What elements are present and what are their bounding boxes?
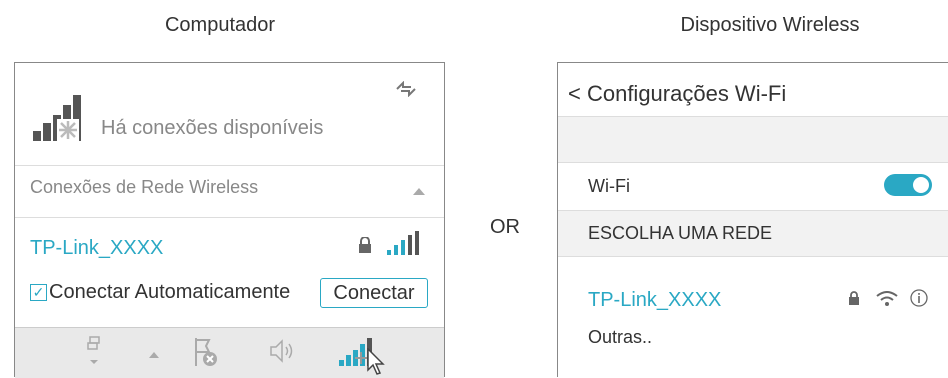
auto-connect-checkbox[interactable]: ✓: [30, 284, 47, 301]
wifi-signal-icon: [876, 291, 898, 306]
or-label: OR: [490, 216, 520, 238]
signal-icon: [387, 231, 419, 255]
signal-star-icon: [33, 95, 81, 141]
collapse-icon[interactable]: [413, 187, 425, 195]
computer-heading: Computador: [164, 14, 276, 36]
refresh-icon[interactable]: [395, 81, 417, 97]
computer-network-panel: Há conexões disponíveis Conexões de Rede…: [14, 62, 445, 378]
info-icon[interactable]: [910, 289, 928, 307]
wifi-settings-title[interactable]: < Configurações Wi-Fi: [568, 81, 786, 107]
other-networks[interactable]: Outras..: [588, 327, 652, 348]
speaker-icon[interactable]: [269, 338, 299, 364]
network-icon[interactable]: [87, 336, 101, 366]
divider: [15, 165, 444, 166]
device-network-name[interactable]: TP-Link_XXXX: [588, 289, 721, 312]
flag-icon[interactable]: [193, 336, 219, 368]
taskbar: [15, 327, 444, 378]
lock-icon: [849, 291, 859, 305]
wireless-connections-label: Conexões de Rede Wireless: [30, 177, 259, 197]
lock-icon: [359, 237, 371, 253]
network-name[interactable]: TP-Link_XXXX: [30, 237, 163, 260]
choose-network-label: ESCOLHA UMA REDE: [588, 223, 773, 243]
spacer-bar: [558, 116, 948, 163]
auto-connect-label: Conectar Automaticamente: [49, 281, 291, 303]
cursor-icon: [367, 348, 385, 375]
divider: [15, 217, 444, 218]
wifi-toggle[interactable]: [884, 174, 932, 196]
toggle-knob: [912, 176, 930, 194]
available-connections-text: Há conexões disponíveis: [101, 117, 324, 139]
chevron-up-icon[interactable]: [149, 352, 159, 358]
wifi-label: Wi-Fi: [588, 176, 630, 196]
device-wifi-panel: < Configurações Wi-Fi Wi-Fi ESCOLHA UMA …: [557, 62, 948, 377]
wireless-device-heading: Dispositivo Wireless: [680, 14, 860, 36]
connect-button[interactable]: Conectar: [320, 278, 428, 308]
